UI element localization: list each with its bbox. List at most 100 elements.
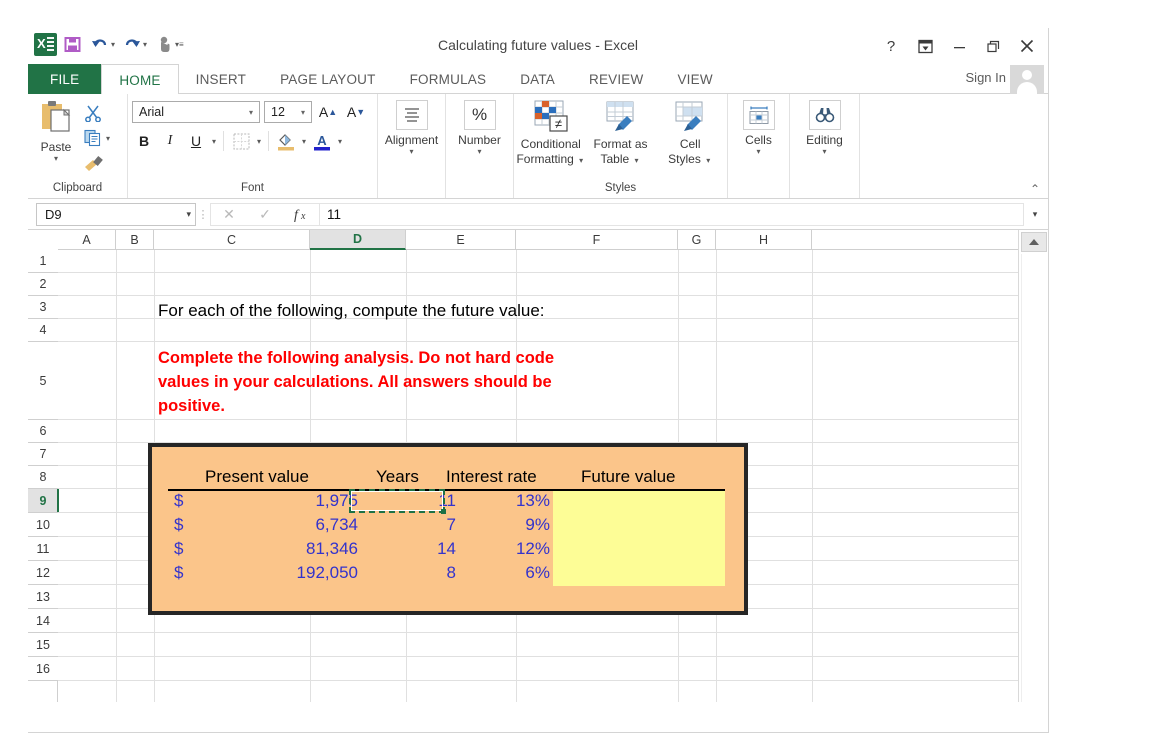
column-header-a[interactable]: A [58,230,116,250]
font-size-caret-icon[interactable]: ▾ [297,108,309,117]
cell-years-r3[interactable]: 14 [368,539,456,559]
format-as-table-button[interactable]: Format as Table ▾ [586,97,656,168]
enter-icon[interactable]: ✓ [247,204,283,225]
cell-present-value-r2[interactable]: 6,734 [198,515,358,535]
cut-button[interactable] [84,101,112,125]
tab-formulas[interactable]: FORMULAS [393,64,504,94]
cells-button[interactable]: Cells ▾ [730,97,787,156]
insert-function-icon[interactable]: f x [283,204,319,225]
format-painter-button[interactable] [84,151,112,175]
editing-button[interactable]: Editing ▾ [792,97,857,156]
cell-years-r4[interactable]: 8 [368,563,456,583]
cells-area[interactable]: For each of the following, compute the f… [58,250,1018,702]
collapse-ribbon-icon[interactable]: ⌃ [1030,182,1040,196]
cell-interest-rate-r3[interactable]: 12% [458,539,550,559]
alignment-button[interactable]: Alignment ▾ [385,97,438,156]
conditional-formatting-caret-icon[interactable]: ▾ [577,156,585,165]
minimize-icon[interactable] [942,32,976,60]
future-value-answer-area[interactable] [553,490,725,586]
font-name-combo[interactable]: Arial ▾ [132,101,260,123]
copy-button[interactable]: ▾ [84,126,112,150]
column-header-e[interactable]: E [406,230,516,250]
row-header-14[interactable]: 14 [28,609,58,633]
conditional-formatting-button[interactable]: ≠ Conditional Formatting ▾ [516,97,586,168]
tab-home[interactable]: HOME [101,64,179,95]
cell-interest-rate-r2[interactable]: 9% [458,515,550,535]
paste-dropdown-caret-icon[interactable]: ▾ [54,155,58,163]
cell-present-value-r4[interactable]: 192,050 [198,563,358,583]
font-color-button[interactable]: A [310,129,334,153]
font-color-caret-icon[interactable]: ▾ [336,137,344,146]
expand-formula-bar-icon[interactable]: ▾ [1024,203,1046,226]
copy-dropdown-caret-icon[interactable]: ▾ [104,134,112,143]
formula-input[interactable]: 11 [319,202,1024,226]
row-header-2[interactable]: 2 [28,273,58,296]
sign-in-link[interactable]: Sign In [966,70,1006,85]
row-header-16[interactable]: 16 [28,657,58,681]
font-name-caret-icon[interactable]: ▾ [245,108,257,117]
row-header-9[interactable]: 9 [28,489,59,513]
row-header-1[interactable]: 1 [28,250,58,273]
help-icon[interactable]: ? [874,32,908,60]
scroll-up-arrow-icon[interactable] [1021,232,1047,252]
restore-icon[interactable] [976,32,1010,60]
row-header-12[interactable]: 12 [28,561,58,585]
row-header-15[interactable]: 15 [28,633,58,657]
font-size-combo[interactable]: 12 ▾ [264,101,312,123]
underline-button[interactable]: U [184,129,208,153]
cell-interest-rate-r1[interactable]: 13% [458,491,550,511]
name-box-caret-icon[interactable]: ▾ [186,209,191,220]
close-icon[interactable] [1010,32,1044,60]
alignment-caret-icon[interactable]: ▾ [409,148,413,156]
column-header-g[interactable]: G [678,230,716,250]
paste-button[interactable]: Paste ▾ [30,97,82,163]
underline-caret-icon[interactable]: ▾ [210,137,218,146]
fill-color-caret-icon[interactable]: ▾ [300,137,308,146]
cell-present-value-r1[interactable]: 1,975 [198,491,358,511]
column-header-h[interactable]: H [716,230,812,250]
tab-file[interactable]: FILE [28,64,102,94]
tab-data[interactable]: DATA [503,64,572,94]
cell-interest-rate-r4[interactable]: 6% [458,563,550,583]
decrease-font-size-button[interactable]: A ▼ [344,100,368,124]
row-header-5[interactable]: 5 [28,342,58,420]
column-header-b[interactable]: B [116,230,154,250]
column-header-c[interactable]: C [154,230,310,250]
name-box[interactable]: D9 ▾ [36,202,196,226]
number-button[interactable]: % Number ▾ [458,97,501,156]
increase-font-size-button[interactable]: A ▲ [316,100,340,124]
row-header-10[interactable]: 10 [28,513,58,537]
user-avatar-icon[interactable] [1010,65,1044,96]
column-header-d[interactable]: D [310,230,406,250]
borders-caret-icon[interactable]: ▾ [255,137,263,146]
column-header-f[interactable]: F [516,230,678,250]
tab-view[interactable]: VIEW [660,64,729,94]
row-header-8[interactable]: 8 [28,466,58,489]
tab-insert[interactable]: INSERT [179,64,263,94]
row-header-6[interactable]: 6 [28,420,58,443]
cells-caret-icon[interactable]: ▾ [756,148,760,156]
tab-page-layout[interactable]: PAGE LAYOUT [263,64,392,94]
ribbon-display-options-icon[interactable] [908,32,942,60]
cancel-icon[interactable]: ✕ [211,204,247,225]
format-as-table-caret-icon[interactable]: ▾ [633,156,641,165]
cell-styles-button[interactable]: Cell Styles ▾ [655,97,725,168]
cell-present-value-r3[interactable]: 81,346 [198,539,358,559]
row-header-7[interactable]: 7 [28,443,58,466]
editing-caret-icon[interactable]: ▾ [822,148,826,156]
row-header-11[interactable]: 11 [28,537,58,561]
selected-cell-indicator[interactable] [349,489,446,514]
fill-handle[interactable] [441,509,446,514]
borders-button[interactable] [229,129,253,153]
row-header-13[interactable]: 13 [28,585,58,609]
row-header-3[interactable]: 3 [28,296,58,319]
vertical-scrollbar[interactable] [1018,230,1048,702]
fill-color-button[interactable] [274,129,298,153]
cell-styles-caret-icon[interactable]: ▾ [704,156,712,165]
vertical-scroll-track[interactable] [1021,254,1046,702]
cell-years-r2[interactable]: 7 [368,515,456,535]
italic-button[interactable]: I [158,129,182,153]
tab-review[interactable]: REVIEW [572,64,660,94]
bold-button[interactable]: B [132,129,156,153]
number-caret-icon[interactable]: ▾ [477,148,481,156]
